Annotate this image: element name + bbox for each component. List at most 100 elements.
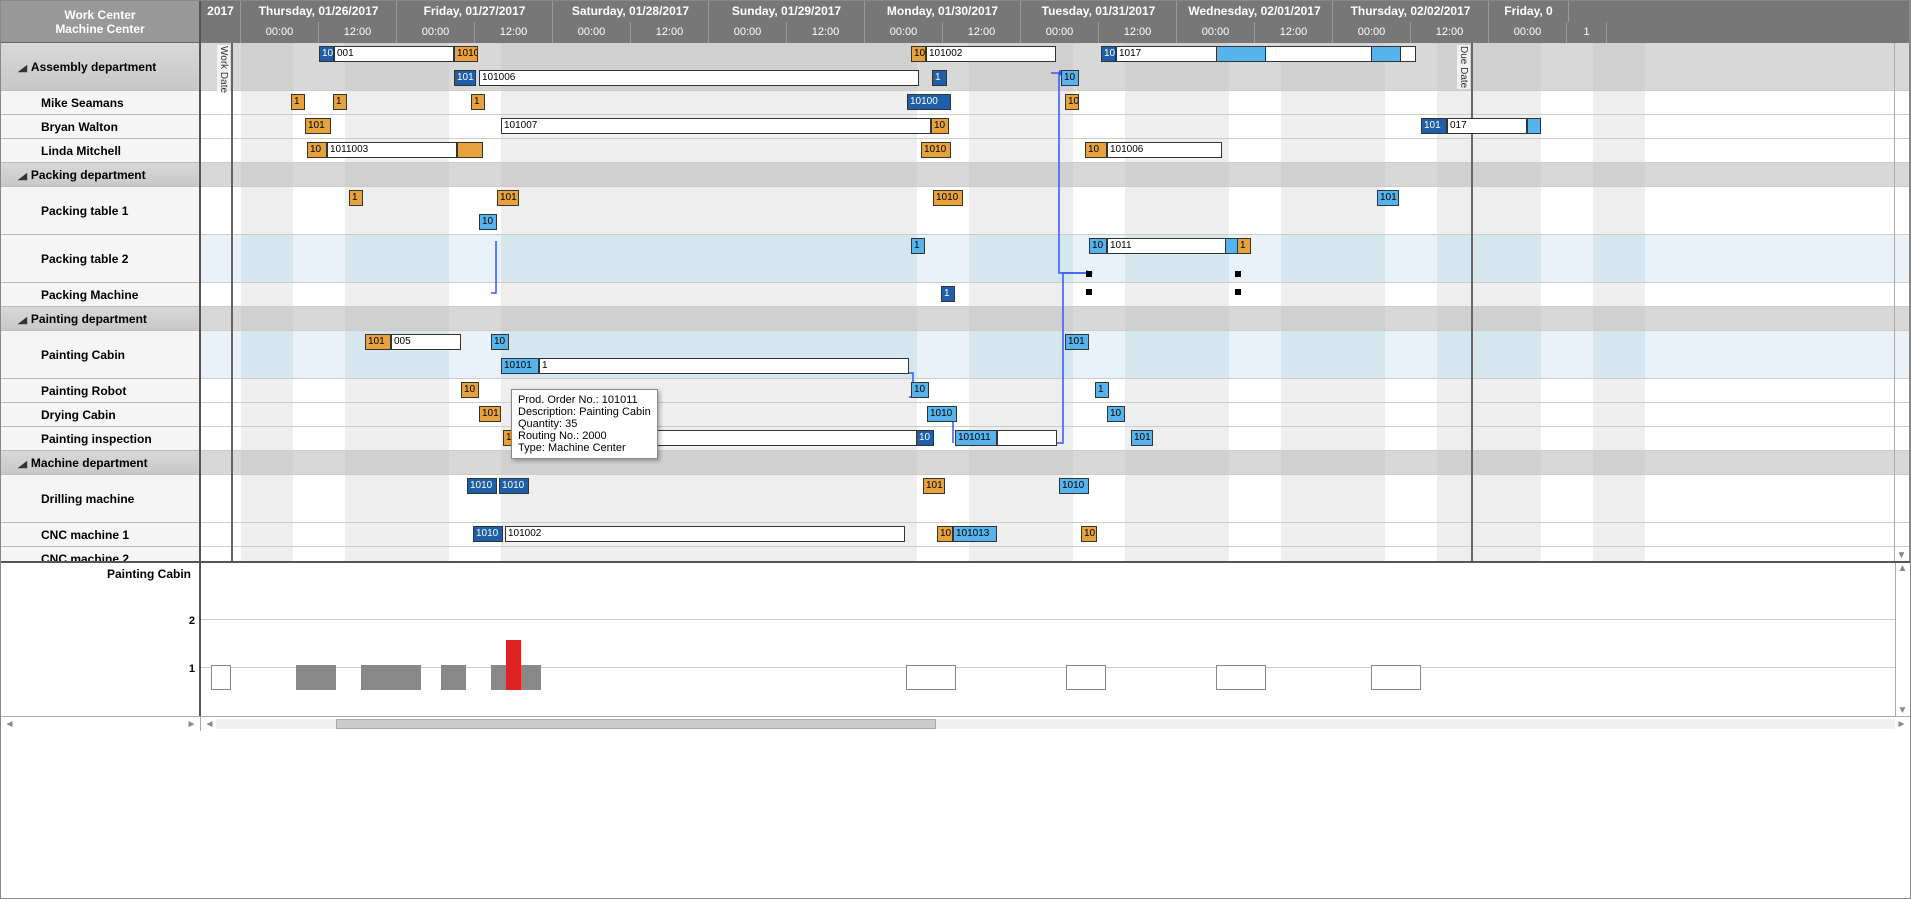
gantt-row[interactable]: 10 10 1 xyxy=(201,379,1909,403)
tree-dept-row[interactable]: Packing department xyxy=(1,163,199,187)
gantt-bar[interactable]: 10 xyxy=(1061,70,1079,86)
gantt-bar[interactable]: 1 xyxy=(1095,382,1109,398)
gantt-bar[interactable]: 1011 xyxy=(1107,238,1237,254)
tree-resource-row[interactable]: Drilling machine xyxy=(1,475,199,523)
scroll-left-icon[interactable]: ◄ xyxy=(203,719,216,730)
tree-resource-row[interactable]: Linda Mitchell xyxy=(1,139,199,163)
tree-resource-row[interactable]: CNC machine 2 xyxy=(1,547,199,561)
gantt-row[interactable]: 101101010 xyxy=(201,403,1909,427)
gantt-h-scrollbar[interactable]: ◄ ► xyxy=(201,717,1910,731)
gantt-bar[interactable]: 005 xyxy=(391,334,461,350)
tree-resource-row[interactable]: Painting Robot xyxy=(1,379,199,403)
gantt-row[interactable] xyxy=(201,163,1909,187)
gantt-bar[interactable]: 101 xyxy=(305,118,331,134)
gantt-row[interactable]: 1111010010 xyxy=(201,91,1909,115)
vertical-scrollbar[interactable]: ▲ ▼ xyxy=(1894,1,1909,561)
selection-handle[interactable] xyxy=(1086,289,1092,295)
scrollbar-track[interactable] xyxy=(216,719,1895,729)
gantt-bar[interactable]: 101011 xyxy=(955,430,997,446)
gantt-bar[interactable] xyxy=(1371,46,1401,62)
gantt-bar[interactable]: 101 xyxy=(1377,190,1399,206)
gantt-row[interactable]: 1010011010101010021011017101101006110 xyxy=(201,43,1909,91)
scroll-down-icon[interactable]: ▼ xyxy=(1895,550,1908,561)
tree-resource-row[interactable]: CNC machine 1 xyxy=(1,523,199,547)
scroll-right-icon[interactable]: ► xyxy=(185,719,198,730)
tree-dept-row[interactable]: Machine department xyxy=(1,451,199,475)
tree-resource-row[interactable]: Painting inspection xyxy=(1,427,199,451)
gantt-bar[interactable]: 10 xyxy=(307,142,327,158)
gantt-bar[interactable]: 101 xyxy=(1101,46,1116,62)
tree-resource-row[interactable]: Bryan Walton xyxy=(1,115,199,139)
gantt-bar[interactable]: 101 xyxy=(497,190,519,206)
gantt-row[interactable]: 1101101010110 xyxy=(201,187,1909,235)
gantt-bar[interactable]: 1 xyxy=(941,286,955,302)
gantt-bar[interactable]: 1010 xyxy=(927,406,957,422)
gantt-bar[interactable]: 101013 xyxy=(953,526,997,542)
selection-handle[interactable] xyxy=(1086,271,1092,277)
gantt-bar[interactable]: 1 xyxy=(349,190,363,206)
gantt-row[interactable]: 10110100710101017 xyxy=(201,115,1909,139)
gantt-bar[interactable]: 1 xyxy=(333,94,347,110)
gantt-bar[interactable]: 1010 xyxy=(473,526,503,542)
gantt-bar[interactable]: 101 xyxy=(454,70,476,86)
gantt-bar[interactable]: 101 xyxy=(479,406,501,422)
gantt-row[interactable]: 11010111 xyxy=(201,235,1909,283)
gantt-bar[interactable]: 017 xyxy=(1447,118,1527,134)
tree-resource-row[interactable]: Packing table 2 xyxy=(1,235,199,283)
gantt-bar[interactable]: 101002 xyxy=(926,46,1056,62)
selection-handle[interactable] xyxy=(1235,289,1241,295)
tree-resource-row[interactable]: Painting Cabin xyxy=(1,331,199,379)
gantt-bar[interactable]: 10 xyxy=(931,118,949,134)
gantt-bar[interactable]: 101002 xyxy=(505,526,905,542)
gantt-bar[interactable]: 10 xyxy=(1107,406,1125,422)
tree-h-scrollbar[interactable]: ◄ ► xyxy=(1,717,201,731)
scroll-right-icon[interactable]: ► xyxy=(1895,719,1908,730)
gantt-bar[interactable]: 1010 xyxy=(499,478,529,494)
tree-dept-row[interactable]: Painting department xyxy=(1,307,199,331)
gantt-bar[interactable]: 10 xyxy=(1089,238,1107,254)
gantt-bar[interactable]: 10 xyxy=(911,382,929,398)
gantt-body[interactable]: 1010011010101010021011017101101006110111… xyxy=(201,43,1909,561)
gantt-bar[interactable] xyxy=(997,430,1057,446)
gantt-bar[interactable] xyxy=(457,142,483,158)
gantt-row[interactable]: 1 xyxy=(201,283,1909,307)
gantt-bar[interactable]: 101 xyxy=(319,46,334,62)
tree-resource-row[interactable]: Mike Seamans xyxy=(1,91,199,115)
gantt-bar[interactable]: 1 xyxy=(932,70,947,86)
gantt-bar[interactable]: 10 xyxy=(1085,142,1107,158)
tree-resource-row[interactable]: Drying Cabin xyxy=(1,403,199,427)
gantt-bar[interactable]: 101007 xyxy=(501,118,931,134)
gantt-bar[interactable]: 101006 xyxy=(1107,142,1222,158)
gantt-bar[interactable]: 101 xyxy=(1065,334,1089,350)
gantt-row[interactable]: 10100510101101011 xyxy=(201,331,1909,379)
gantt-bar[interactable]: 10 xyxy=(937,526,953,542)
gantt-bar[interactable]: 1 xyxy=(471,94,485,110)
gantt-bar[interactable]: 10 xyxy=(491,334,509,350)
gantt-row[interactable] xyxy=(201,307,1909,331)
gantt-bar[interactable]: 10 xyxy=(1065,94,1079,110)
gantt-bar[interactable]: 001 xyxy=(334,46,454,62)
gantt-row[interactable]: 110101011101 xyxy=(201,427,1909,451)
scroll-down-icon[interactable]: ▼ xyxy=(1896,705,1909,716)
gantt-bar[interactable]: 101 xyxy=(923,478,945,494)
gantt-bar[interactable]: 1010 xyxy=(921,142,951,158)
gantt-bar[interactable]: 1 xyxy=(1237,238,1251,254)
gantt-bar[interactable]: 1 xyxy=(911,238,925,254)
tree-resource-row[interactable]: Packing Machine xyxy=(1,283,199,307)
gantt-bar[interactable]: 10 xyxy=(916,430,934,446)
gantt-bar[interactable]: 1010 xyxy=(467,478,497,494)
gantt-bar[interactable]: 10 xyxy=(911,46,926,62)
gantt-row[interactable] xyxy=(201,547,1909,561)
gantt-bar[interactable]: 10 xyxy=(461,382,479,398)
gantt-bar[interactable]: 1 xyxy=(539,358,909,374)
gantt-bar[interactable]: 1010 xyxy=(1059,478,1089,494)
tree-dept-row[interactable]: Assembly department xyxy=(1,43,199,91)
gantt-bar[interactable]: 10 xyxy=(1081,526,1097,542)
scroll-left-icon[interactable]: ◄ xyxy=(3,719,16,730)
gantt-bar[interactable]: 10101 xyxy=(501,358,539,374)
gantt-bar[interactable]: 101 xyxy=(1421,118,1447,134)
gantt-bar[interactable]: 10 xyxy=(479,214,497,230)
scroll-up-icon[interactable]: ▲ xyxy=(1896,563,1909,574)
gantt-bar[interactable]: 101006 xyxy=(479,70,919,86)
vertical-scrollbar[interactable]: ▲ ▼ xyxy=(1895,563,1910,716)
